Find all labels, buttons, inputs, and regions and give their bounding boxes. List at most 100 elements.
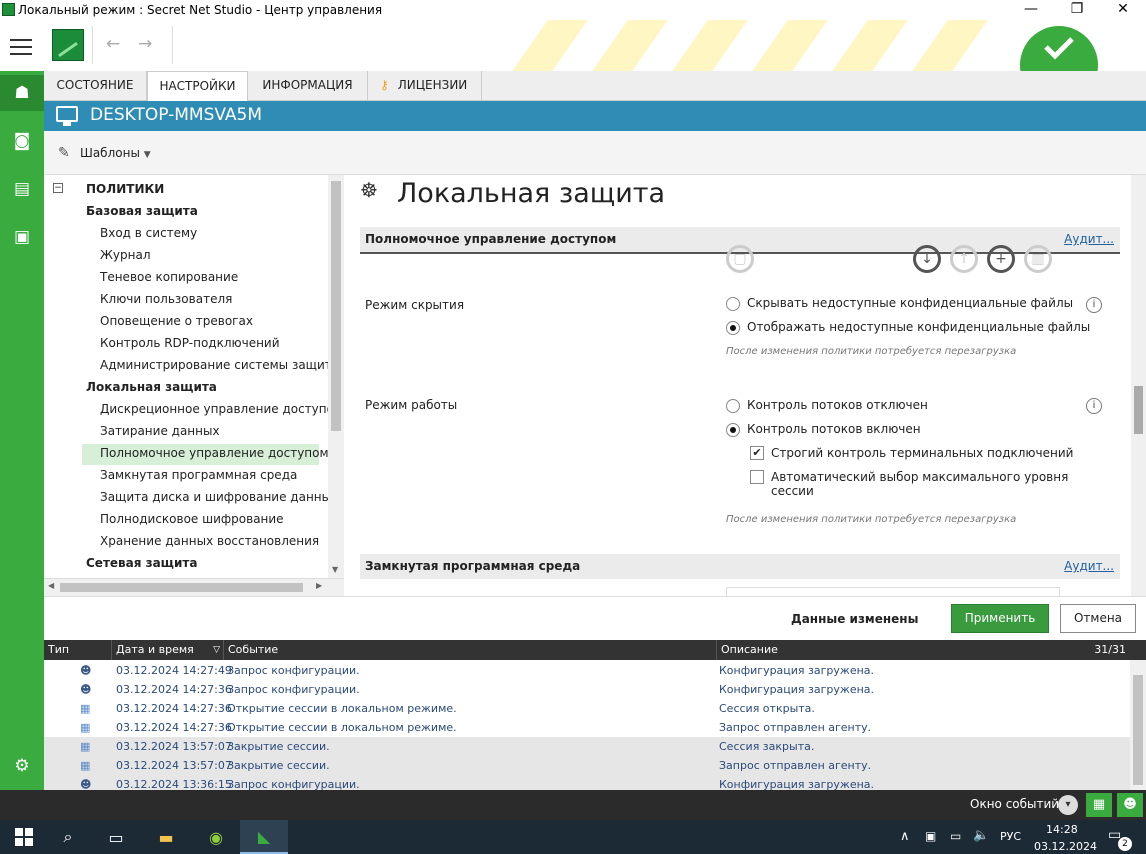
secret-net-agent-icon[interactable]: ◉ (192, 820, 240, 854)
flow-off-label[interactable]: Контроль потоков отключен (747, 398, 928, 412)
tree-item[interactable]: Журнал (100, 244, 151, 266)
hamburger-menu-icon[interactable] (10, 39, 32, 55)
tree-root[interactable]: ПОЛИТИКИ (86, 178, 164, 200)
flow-on-label[interactable]: Контроль потоков включен (747, 422, 921, 436)
tray-volume-icon[interactable]: 🔈 (973, 828, 989, 843)
hide-files-label[interactable]: Скрывать недоступные конфиденциальные фа… (747, 296, 1073, 310)
cancel-button[interactable]: Отмена (1060, 604, 1136, 633)
work-mode-label: Режим работы (365, 398, 458, 412)
content-vertical-scrollbar[interactable] (1131, 175, 1146, 596)
tree-item[interactable]: Ключи пользователя (100, 288, 232, 310)
data-changed-status: Данные изменены (791, 612, 919, 626)
nav-gear-icon[interactable]: ⚙ (0, 748, 44, 784)
filter-icon[interactable]: ▽ (213, 640, 220, 660)
upload-icon[interactable]: ↑ (950, 245, 978, 273)
show-files-label[interactable]: Отображать недоступные конфиденциальные … (747, 320, 1090, 334)
language-indicator[interactable]: РУС (1000, 830, 1021, 843)
tree-item[interactable]: Администрирование системы защиты (100, 354, 341, 376)
tree-item[interactable]: Теневое копирование (100, 266, 238, 288)
add-icon[interactable]: + (987, 245, 1015, 273)
tree-item[interactable]: Вход в систему (100, 222, 197, 244)
cell-event: Запрос конфигурации. (227, 664, 360, 677)
section-title-mac: Полномочное управление доступом (365, 232, 617, 246)
cell-dt: 03.12.2024 13:36:15 (116, 778, 232, 790)
checkbox-strict-terminal[interactable]: ✔ (750, 446, 764, 460)
tree-item[interactable]: Контроль RDP-подключений (100, 332, 280, 354)
status-ok-icon[interactable] (1020, 26, 1098, 71)
windows-start-icon[interactable] (0, 820, 48, 854)
download-icon[interactable]: ↓ (913, 245, 941, 273)
file-explorer-icon[interactable]: ▬ (142, 820, 190, 854)
tray-chevron-up-icon[interactable]: ∧ (900, 829, 910, 844)
table-row[interactable]: ☻ 03.12.2024 14:27:36 Запрос конфигурации.… (44, 680, 1130, 699)
pencil-icon: ✎ (58, 145, 70, 161)
table-row[interactable]: ▦ 03.12.2024 14:27:36 Открытие сессии в ло… (44, 699, 1130, 718)
tree-section[interactable]: Базовая защита (86, 200, 198, 222)
col-event[interactable]: Событие (224, 640, 717, 660)
nav-settings-icon[interactable]: ◙ (0, 123, 44, 159)
tree-item[interactable]: Защита диска и шифрование данных (100, 486, 338, 508)
checkbox-auto-level[interactable] (750, 470, 764, 484)
tray-network-icon[interactable]: ▭ (950, 829, 961, 843)
tab-info[interactable]: ИНФОРМАЦИЯ (248, 71, 368, 101)
table-row[interactable]: ▦ 03.12.2024 13:57:07 Закрытие сессии. Сесс… (44, 737, 1130, 756)
events-window-label[interactable]: Окно событий (970, 797, 1059, 811)
forward-button[interactable]: → (138, 34, 152, 54)
control-center-taskbar-icon[interactable]: ◣ (240, 820, 288, 854)
table-row[interactable]: ▦ 03.12.2024 13:57:07 Закрытие сессии. Запр… (44, 756, 1130, 775)
clock-date[interactable]: 03.12.2024 (1034, 840, 1097, 853)
tree-item[interactable]: Замкнутая программная среда (100, 464, 297, 486)
back-button[interactable]: ← (106, 34, 120, 54)
tree-section[interactable]: Локальная защита (86, 376, 217, 398)
tree-item[interactable]: Хранение данных восстановления (100, 530, 319, 552)
tree-item[interactable]: Дискреционное управление доступом (100, 398, 343, 420)
tray-security-icon[interactable]: ▣ (925, 829, 936, 843)
strict-terminal-label[interactable]: Строгий контроль терминальных подключени… (771, 446, 1073, 460)
nav-clipboard-icon[interactable]: ▣ (0, 219, 44, 255)
tab-licenses[interactable]: ⚷ ЛИЦЕНЗИИ (368, 71, 482, 101)
radio-show-files[interactable] (726, 321, 740, 335)
tree-horizontal-scrollbar[interactable]: ◀ ▶ (44, 578, 344, 596)
apply-button[interactable]: Применить (951, 604, 1049, 633)
auto-level-label-line1[interactable]: Автоматический выбор максимального уровн… (771, 470, 1068, 484)
close-button[interactable]: ✕ (1100, 0, 1146, 20)
user-icon: ☻ (80, 778, 92, 790)
tree-item[interactable]: Оповещение о тревогах (100, 310, 253, 332)
tab-settings[interactable]: НАСТРОЙКИ (147, 71, 248, 102)
document-icon[interactable]: ▢ (726, 245, 754, 273)
tree-section[interactable]: Сетевая защита (86, 552, 197, 574)
table-row[interactable]: ▦ 03.12.2024 14:27:36 Открытие сессии в ло… (44, 718, 1130, 737)
col-type[interactable]: Тип (44, 640, 112, 660)
radio-hide-files[interactable] (726, 297, 740, 311)
events-vertical-scrollbar[interactable] (1130, 660, 1146, 790)
templates-dropdown[interactable]: Шаблоны ▼ (80, 146, 151, 160)
task-view-icon[interactable]: ▭ (92, 820, 140, 854)
table-row[interactable]: ☻ 03.12.2024 14:27:49 Запрос конфигурации.… (44, 661, 1130, 680)
collapse-icon[interactable]: − (53, 183, 63, 193)
tree-vertical-scrollbar[interactable]: ▼ (328, 175, 344, 578)
tab-state[interactable]: СОСТОЯНИЕ (44, 71, 147, 101)
audit-link-closed-env[interactable]: Аудит... (1064, 554, 1114, 579)
search-icon[interactable]: ⌕ (44, 820, 92, 854)
radio-flow-on[interactable] (726, 423, 740, 437)
user-icon[interactable]: ☻ (1117, 793, 1143, 817)
info-icon-hide-mode[interactable]: i (1086, 297, 1102, 313)
auto-level-label-line2[interactable]: сессии (771, 484, 814, 498)
tree-item[interactable]: Затирание данных (100, 420, 220, 442)
delete-icon[interactable]: ▥ (1024, 245, 1052, 273)
col-datetime[interactable]: Дата и время ▽ (112, 640, 224, 660)
col-description[interactable]: Описание (717, 640, 1130, 660)
info-icon-work-mode[interactable]: i (1086, 398, 1102, 414)
radio-flow-off[interactable] (726, 399, 740, 413)
chevron-down-icon[interactable]: ▾ (1058, 795, 1078, 815)
clock-time[interactable]: 14:28 (1046, 823, 1078, 836)
maximize-button[interactable]: ❐ (1054, 0, 1100, 20)
nav-computer-icon[interactable]: ☗ (0, 75, 44, 111)
table-row[interactable]: ☻ 03.12.2024 13:36:15 Запрос конфигурации.… (44, 775, 1130, 790)
nav-journal-icon[interactable]: ▤ (0, 171, 44, 207)
network-icon[interactable]: ▦ (1086, 793, 1112, 817)
tree-item[interactable]: Полномочное управление доступом (100, 442, 329, 464)
tree-item[interactable]: Полнодисковое шифрование (100, 508, 284, 530)
audit-link-mac[interactable]: Аудит... (1064, 227, 1114, 252)
minimize-button[interactable]: — (1008, 0, 1054, 20)
